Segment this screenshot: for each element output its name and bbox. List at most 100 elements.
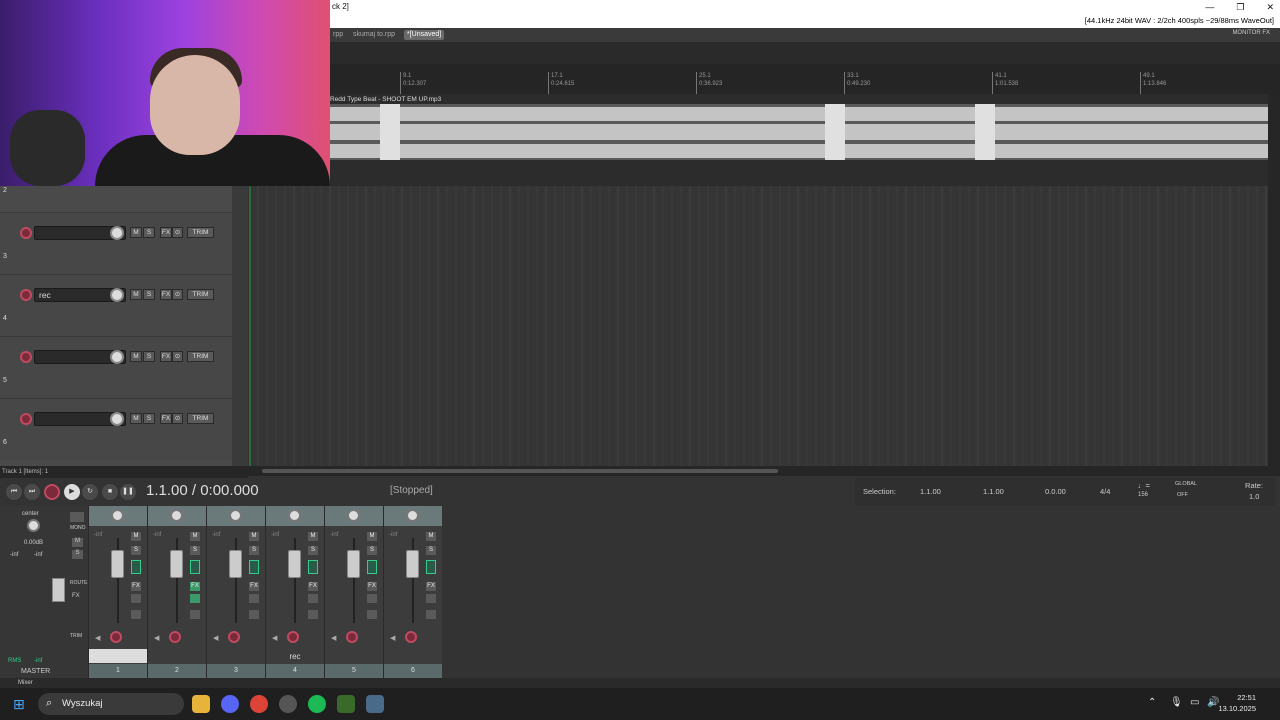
fx-button[interactable]: FX (426, 582, 436, 591)
vertical-scrollbar[interactable] (1268, 94, 1280, 466)
pan-knob[interactable] (347, 509, 360, 522)
speaker-icon[interactable]: ◀ (272, 634, 277, 642)
mute-button[interactable]: M (131, 532, 141, 541)
time-signature[interactable]: 4/4 (1100, 487, 1110, 496)
track-row[interactable]: 6 M S FX ⊙ TRIM (0, 398, 232, 460)
calculator-icon[interactable] (366, 695, 384, 713)
obs-icon[interactable] (279, 695, 297, 713)
fx-button[interactable]: FX (249, 582, 259, 591)
bpm-value[interactable]: 156 (1138, 492, 1148, 498)
tab-unsaved[interactable]: *[Unsaved] (404, 30, 445, 40)
fx-button[interactable]: FX (308, 582, 318, 591)
windows-start-icon[interactable]: ⊞ (13, 696, 25, 713)
fx-bypass-button[interactable] (249, 594, 259, 603)
routing-button[interactable] (426, 610, 436, 619)
monitor-fx-button[interactable]: MONITOR FX (1232, 30, 1270, 36)
trim-button[interactable]: TRIM (187, 289, 214, 300)
solo-button[interactable]: S (249, 546, 259, 555)
routing-button[interactable] (131, 610, 141, 619)
fx-bypass-button[interactable] (426, 594, 436, 603)
strip-number[interactable]: 6 (384, 664, 442, 678)
chevron-up-icon[interactable]: ⌃ (1148, 697, 1156, 708)
tcp-divider[interactable] (232, 186, 248, 466)
stop-icon[interactable]: ■ (102, 484, 118, 500)
repeat-icon[interactable]: ↻ (82, 484, 98, 500)
master-pan-knob[interactable] (27, 519, 40, 532)
solo-button[interactable]: S (426, 546, 436, 555)
close-button[interactable]: ✕ (1266, 0, 1274, 14)
pan-knob[interactable] (170, 509, 183, 522)
minimize-button[interactable]: — (1205, 0, 1214, 14)
solo-button[interactable]: S (131, 546, 141, 555)
io-button[interactable]: ⊙ (172, 413, 183, 424)
track-row[interactable]: 5 M S FX ⊙ TRIM (0, 336, 232, 398)
selection-length[interactable]: 0.0.00 (1045, 487, 1066, 496)
volume-knob[interactable] (110, 412, 124, 426)
fx-button[interactable]: FX (160, 413, 172, 424)
record-arm-button[interactable] (20, 289, 32, 301)
record-arm-button[interactable] (20, 227, 32, 239)
audio-waveform[interactable] (330, 104, 1270, 164)
solo-button[interactable]: S (143, 413, 155, 424)
fx-button[interactable]: FX (160, 289, 172, 300)
global-off[interactable]: OFF (1177, 492, 1188, 498)
fx-bypass-button[interactable] (367, 594, 377, 603)
record-arm-button[interactable] (20, 351, 32, 363)
master-solo[interactable]: S (72, 550, 83, 559)
track-row[interactable]: 4 rec M S FX ⊙ TRIM (0, 274, 232, 336)
io-button[interactable]: ⊙ (172, 289, 183, 300)
go-to-start-icon[interactable]: ⏮ (6, 484, 22, 500)
solo-button[interactable]: S (143, 289, 155, 300)
speaker-icon[interactable]: ◀ (95, 634, 100, 642)
strip-number[interactable]: 4 (266, 664, 324, 678)
arrange-view[interactable] (248, 186, 1268, 466)
solo-button[interactable]: S (190, 546, 200, 555)
record-arm-button[interactable] (346, 631, 358, 643)
solo-button[interactable]: S (308, 546, 318, 555)
pan-knob[interactable] (111, 509, 124, 522)
fx-button[interactable]: FX (190, 582, 200, 591)
volume-knob[interactable] (110, 350, 124, 364)
fx-bypass-button[interactable] (131, 594, 141, 603)
fx-button[interactable]: FX (160, 351, 172, 362)
mute-button[interactable]: M (130, 289, 142, 300)
pan-knob[interactable] (229, 509, 242, 522)
fx-bypass-button[interactable] (308, 594, 318, 603)
record-arm-button[interactable] (169, 631, 181, 643)
record-arm-button[interactable] (110, 631, 122, 643)
speaker-icon[interactable]: ◀ (331, 634, 336, 642)
volume-fader[interactable] (347, 550, 360, 578)
io-button[interactable]: ⊙ (172, 227, 183, 238)
io-button[interactable]: ⊙ (172, 351, 183, 362)
network-icon[interactable]: ▭ (1190, 697, 1199, 708)
routing-button[interactable] (190, 610, 200, 619)
tab-project-1[interactable]: rpp (330, 30, 346, 40)
record-arm-button[interactable] (20, 413, 32, 425)
pan-knob[interactable] (406, 509, 419, 522)
spotify-icon[interactable] (308, 695, 326, 713)
routing-button[interactable] (249, 610, 259, 619)
trim-button[interactable]: TRIM (187, 413, 214, 424)
maximize-button[interactable]: ❐ (1236, 0, 1244, 14)
file-explorer-icon[interactable] (192, 695, 210, 713)
volume-knob[interactable] (110, 226, 124, 240)
record-icon[interactable] (44, 484, 60, 500)
mute-button[interactable]: M (190, 532, 200, 541)
speaker-icon[interactable]: ◀ (213, 634, 218, 642)
fx-bypass-button[interactable] (190, 594, 200, 603)
strip-number[interactable]: 3 (207, 664, 265, 678)
mute-button[interactable]: M (426, 532, 436, 541)
track-1-lane[interactable] (330, 94, 1280, 186)
fx-button[interactable]: FX (367, 582, 377, 591)
mute-button[interactable]: M (130, 351, 142, 362)
strip-number[interactable]: 1 (89, 664, 147, 678)
solo-button[interactable]: S (143, 351, 155, 362)
solo-button[interactable]: S (367, 546, 377, 555)
master-trim-button[interactable]: TRIM (70, 633, 82, 639)
volume-fader[interactable] (229, 550, 242, 578)
mute-button[interactable]: M (308, 532, 318, 541)
record-arm-button[interactable] (228, 631, 240, 643)
timeline-ruler[interactable]: 9.1 0:12.307 17.1 0:24.615 25.1 0:36.923 33… (330, 64, 1280, 94)
master-fader[interactable] (52, 578, 65, 602)
trim-button[interactable]: TRIM (187, 227, 214, 238)
